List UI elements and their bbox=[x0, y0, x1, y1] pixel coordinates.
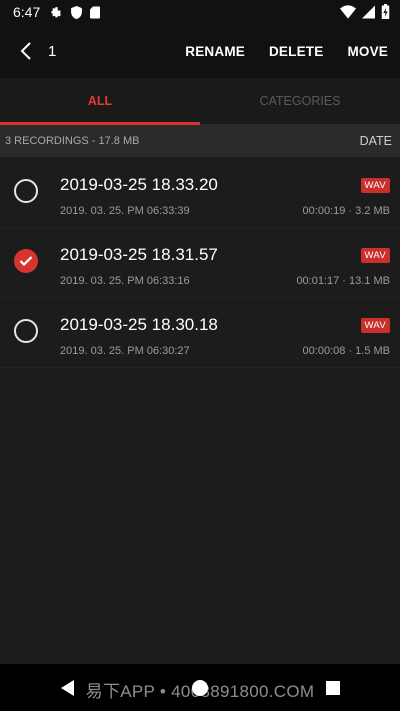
back-button[interactable] bbox=[6, 31, 46, 71]
format-badge: WAV bbox=[360, 178, 390, 193]
recording-row[interactable]: 2019-03-25 18.30.18 2019. 03. 25. PM 06:… bbox=[0, 298, 400, 368]
tab-bar: ALL CATEGORIES bbox=[0, 78, 400, 125]
select-radio[interactable] bbox=[14, 249, 38, 273]
navigation-bar bbox=[0, 664, 400, 711]
recording-name: 2019-03-25 18.33.20 bbox=[60, 175, 218, 194]
nav-recents-button[interactable] bbox=[313, 668, 353, 708]
recording-date: 2019. 03. 25. PM 06:33:39 bbox=[60, 205, 190, 217]
checkmark-icon bbox=[19, 256, 33, 267]
shield-icon bbox=[71, 5, 83, 19]
delete-button[interactable]: DELETE bbox=[257, 31, 335, 71]
select-radio[interactable] bbox=[14, 179, 38, 203]
move-button[interactable]: MOVE bbox=[335, 31, 400, 71]
recording-name: 2019-03-25 18.31.57 bbox=[60, 245, 218, 264]
tab-categories[interactable]: CATEGORIES bbox=[200, 78, 400, 124]
status-right-icons bbox=[340, 4, 390, 19]
action-buttons: RENAME DELETE MOVE bbox=[173, 24, 400, 78]
nav-back-button[interactable] bbox=[47, 668, 87, 708]
wifi-icon bbox=[340, 4, 356, 19]
signal-icon bbox=[362, 5, 375, 18]
nav-home-button[interactable] bbox=[180, 668, 220, 708]
tab-all[interactable]: ALL bbox=[0, 78, 200, 125]
triangle-back-icon bbox=[60, 679, 74, 696]
sd-card-icon bbox=[90, 6, 101, 18]
recordings-summary: 3 RECORDINGS - 17.8 MB DATE bbox=[0, 125, 400, 157]
status-left-icons bbox=[50, 5, 101, 19]
format-badge: WAV bbox=[360, 248, 390, 263]
sort-by-date[interactable]: DATE bbox=[360, 134, 392, 148]
format-badge: WAV bbox=[360, 318, 390, 333]
screen: 6:47 1 RENAME DELETE MOVE ALL CATEGORIES… bbox=[0, 0, 400, 711]
summary-text: 3 RECORDINGS - 17.8 MB bbox=[5, 135, 140, 147]
recording-meta: 00:00:19 · 3.2 MB bbox=[302, 205, 390, 217]
battery-icon bbox=[381, 4, 390, 19]
status-time: 6:47 bbox=[13, 4, 41, 20]
chevron-left-icon bbox=[20, 42, 31, 60]
select-radio[interactable] bbox=[14, 319, 38, 343]
recordings-list: 2019-03-25 18.33.20 2019. 03. 25. PM 06:… bbox=[0, 158, 400, 368]
recording-meta: 00:00:08 · 1.5 MB bbox=[302, 345, 390, 357]
recording-row[interactable]: 2019-03-25 18.33.20 2019. 03. 25. PM 06:… bbox=[0, 158, 400, 228]
recording-meta: 00:01:17 · 13.1 MB bbox=[296, 275, 390, 287]
recording-date: 2019. 03. 25. PM 06:33:16 bbox=[60, 275, 190, 287]
settings-icon bbox=[51, 6, 62, 17]
circle-home-icon bbox=[191, 679, 208, 696]
recording-name: 2019-03-25 18.30.18 bbox=[60, 315, 218, 334]
square-recents-icon bbox=[326, 680, 341, 695]
recording-row[interactable]: 2019-03-25 18.31.57 2019. 03. 25. PM 06:… bbox=[0, 228, 400, 298]
app-bar: 1 RENAME DELETE MOVE bbox=[0, 24, 400, 78]
recording-date: 2019. 03. 25. PM 06:30:27 bbox=[60, 345, 190, 357]
selected-count: 1 bbox=[48, 42, 57, 60]
status-bar: 6:47 bbox=[0, 0, 400, 24]
rename-button[interactable]: RENAME bbox=[173, 31, 257, 71]
